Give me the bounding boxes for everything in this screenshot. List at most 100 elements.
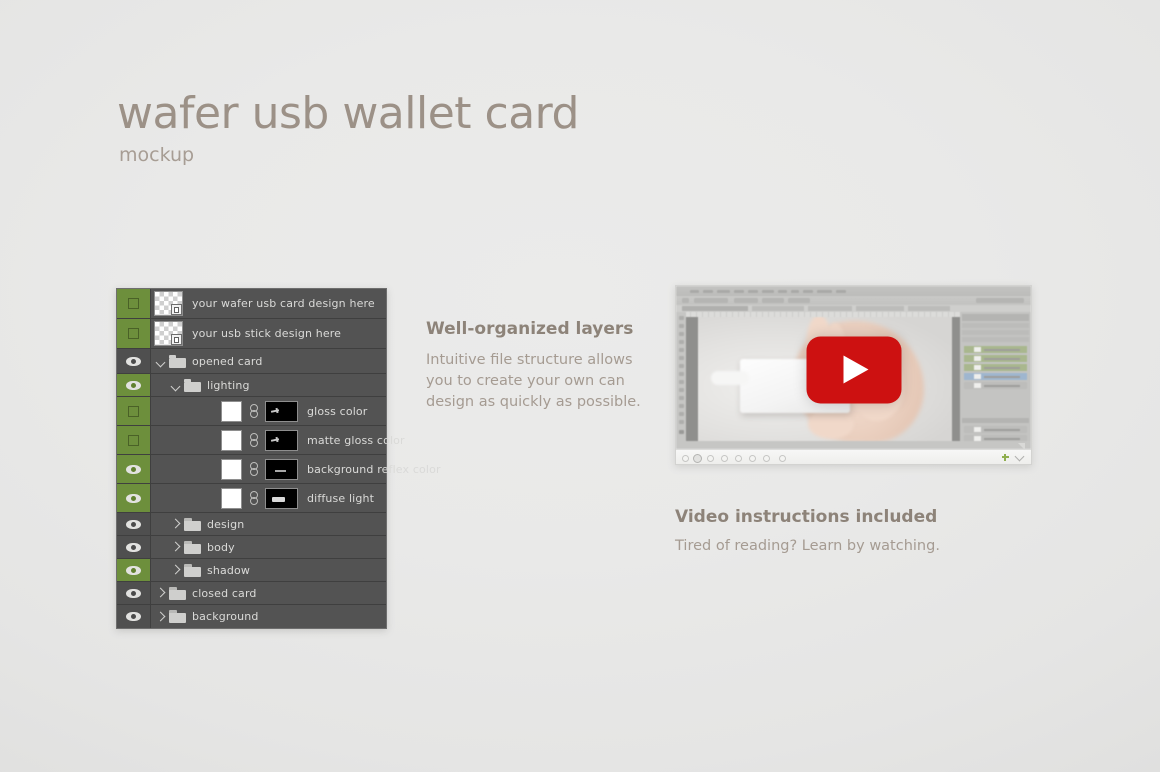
layer-name: lighting xyxy=(207,378,250,392)
layer-row[interactable]: diffuse light xyxy=(117,484,386,513)
layer-name: background xyxy=(192,610,259,623)
solid-color-thumbnail[interactable] xyxy=(221,429,242,451)
layer-row[interactable]: your usb stick design here xyxy=(117,319,386,349)
folder-open-icon xyxy=(184,378,201,392)
feature-body: Intuitive file structure allows you to c… xyxy=(426,352,641,410)
link-chain-icon[interactable] xyxy=(249,403,258,419)
layer-mask-thumbnail[interactable] xyxy=(265,458,298,480)
layer-name: opened card xyxy=(192,354,263,368)
layer-name: design xyxy=(207,517,245,531)
eye-icon xyxy=(126,464,141,474)
player-dot-5[interactable] xyxy=(735,454,742,462)
layer-visibility-eye-icon[interactable] xyxy=(117,559,151,581)
folder-icon xyxy=(184,517,201,531)
layer-row[interactable]: background reflex color xyxy=(117,455,441,484)
layer-name: your wafer usb card design here xyxy=(192,297,375,310)
chevron-down-icon[interactable] xyxy=(154,354,168,368)
empty-checkbox-icon xyxy=(128,405,139,417)
eye-icon xyxy=(126,565,141,575)
feature-title: Well-organized layers xyxy=(426,319,634,339)
layer-row[interactable]: design xyxy=(117,513,386,536)
layer-mask-thumbnail[interactable] xyxy=(265,429,298,451)
layer-row[interactable]: opened card xyxy=(117,349,386,374)
player-dot-3[interactable] xyxy=(707,454,714,462)
layer-row[interactable]: background xyxy=(117,605,386,628)
folder-icon xyxy=(169,586,186,600)
chevron-down-icon[interactable] xyxy=(169,378,183,392)
link-chain-icon[interactable] xyxy=(249,461,258,477)
share-arrow-icon[interactable] xyxy=(1014,451,1025,462)
usb-stick xyxy=(711,371,749,385)
layer-visibility-checkbox[interactable] xyxy=(117,426,151,454)
ps-status-bar xyxy=(676,441,1031,449)
empty-checkbox-icon xyxy=(128,434,139,446)
link-chain-icon[interactable] xyxy=(249,432,258,448)
layer-name: body xyxy=(207,540,235,554)
layer-visibility-eye-icon[interactable] xyxy=(117,513,151,535)
layer-mask-thumbnail[interactable] xyxy=(265,487,298,509)
player-control-bar[interactable] xyxy=(676,443,1031,464)
video-player[interactable] xyxy=(675,285,1032,465)
ps-options-bar xyxy=(676,296,1031,305)
smart-object-thumbnail[interactable] xyxy=(154,321,183,346)
layer-visibility-checkbox[interactable] xyxy=(117,319,151,348)
layer-row[interactable]: matte gloss color xyxy=(117,426,405,455)
feature-well-organized-layers: Well-organized layers Intuitive file str… xyxy=(426,318,651,413)
layer-name: closed card xyxy=(192,586,257,600)
chevron-right-icon[interactable] xyxy=(169,540,183,554)
headline-block: wafer usb wallet card mockup xyxy=(117,88,717,167)
player-dot-4[interactable] xyxy=(721,454,728,462)
add-icon[interactable] xyxy=(1001,453,1009,461)
layers-panel[interactable]: your wafer usb card design here your usb … xyxy=(116,288,441,629)
feature-title: Video instructions included xyxy=(675,507,938,527)
layer-visibility-eye-icon[interactable] xyxy=(117,536,151,558)
layer-content: matte gloss color xyxy=(151,426,405,454)
eye-icon xyxy=(126,493,141,503)
empty-checkbox-icon xyxy=(128,328,139,339)
player-dot-8[interactable] xyxy=(779,454,786,462)
layer-visibility-eye-icon[interactable] xyxy=(117,605,151,628)
layer-row[interactable]: lighting xyxy=(117,374,386,397)
layer-visibility-checkbox[interactable] xyxy=(117,397,151,425)
layer-content: opened card xyxy=(151,349,386,373)
solid-color-thumbnail[interactable] xyxy=(221,487,242,509)
chevron-right-icon[interactable] xyxy=(154,586,168,600)
eye-icon xyxy=(126,356,141,366)
layer-visibility-eye-icon[interactable] xyxy=(117,455,151,483)
layer-row[interactable]: shadow xyxy=(117,559,386,582)
solid-color-thumbnail[interactable] xyxy=(221,400,242,422)
play-button-icon[interactable] xyxy=(806,336,901,404)
solid-color-thumbnail[interactable] xyxy=(221,458,242,480)
layer-row[interactable]: gloss color xyxy=(117,397,386,426)
layer-visibility-eye-icon[interactable] xyxy=(117,349,151,373)
player-dot-7[interactable] xyxy=(763,454,770,462)
chevron-right-icon[interactable] xyxy=(169,563,183,577)
player-dot-6[interactable] xyxy=(749,454,756,462)
layer-content: design xyxy=(151,513,386,535)
layer-row[interactable]: body xyxy=(117,536,386,559)
player-dot-2[interactable] xyxy=(693,453,702,463)
empty-checkbox-icon xyxy=(128,298,139,309)
layer-mask-thumbnail[interactable] xyxy=(265,400,298,422)
resize-corner-icon[interactable] xyxy=(1018,443,1025,450)
layer-row[interactable]: your wafer usb card design here xyxy=(117,289,386,319)
eye-icon xyxy=(126,612,141,621)
layer-content: background xyxy=(151,605,386,628)
layer-visibility-eye-icon[interactable] xyxy=(117,374,151,396)
layer-name: gloss color xyxy=(307,404,368,418)
player-dot-1[interactable] xyxy=(682,454,689,462)
eye-icon xyxy=(126,588,141,598)
layer-visibility-eye-icon[interactable] xyxy=(117,582,151,604)
layer-visibility-checkbox[interactable] xyxy=(117,289,151,318)
page-subtitle: mockup xyxy=(119,144,195,166)
link-chain-icon[interactable] xyxy=(249,490,258,506)
smart-object-thumbnail[interactable] xyxy=(154,291,183,316)
layer-row[interactable]: closed card xyxy=(117,582,386,605)
layer-visibility-eye-icon[interactable] xyxy=(117,484,151,512)
folder-icon xyxy=(169,610,186,623)
ps-layers-panel-preview xyxy=(960,312,1031,449)
chevron-right-icon[interactable] xyxy=(169,517,183,531)
feature-body: Tired of reading? Learn by watching. xyxy=(675,538,940,554)
chevron-right-icon[interactable] xyxy=(154,610,168,624)
eye-icon xyxy=(126,380,141,390)
